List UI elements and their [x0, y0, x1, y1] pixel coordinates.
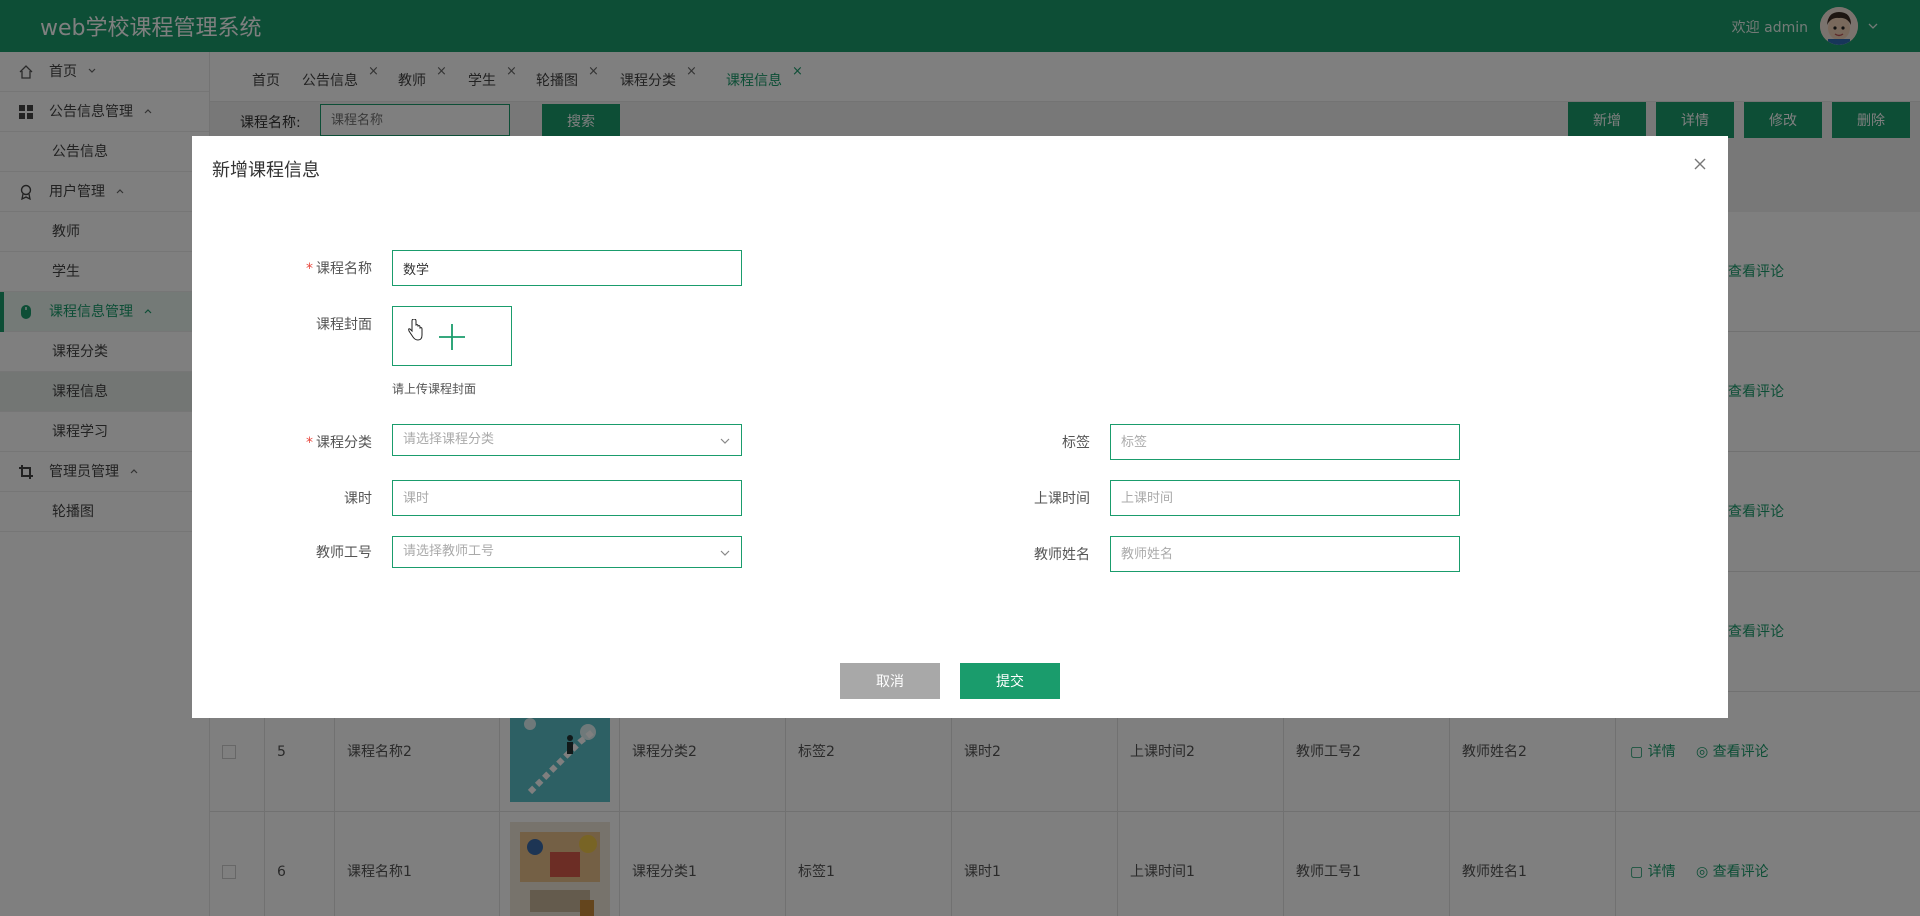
hand-cursor-icon	[408, 319, 423, 341]
add-course-dialog: 新增课程信息 *课程名称 课程封面 请上传课程封面 *课程分类 请选择课程分类 …	[192, 136, 1728, 718]
plus-icon	[439, 324, 465, 350]
teacher-name-label: 教师姓名	[1034, 547, 1090, 563]
tag-input[interactable]	[1110, 424, 1460, 460]
teacher-name-input[interactable]	[1110, 536, 1460, 572]
hours-label: 课时	[344, 491, 372, 507]
hours-input[interactable]	[392, 480, 742, 516]
teacher-no-select[interactable]: 请选择教师工号	[392, 536, 742, 568]
close-icon[interactable]	[1692, 156, 1708, 172]
time-input[interactable]	[1110, 480, 1460, 516]
cover-label: 课程封面	[316, 317, 372, 333]
teacher-no-label: 教师工号	[316, 545, 372, 561]
category-label: * 课程分类	[306, 435, 372, 451]
cover-hint: 请上传课程封面	[392, 382, 477, 396]
submit-button[interactable]: 提交	[960, 663, 1060, 699]
category-select[interactable]: 请选择课程分类	[392, 424, 742, 456]
cover-upload[interactable]	[392, 306, 512, 366]
course-name-label: * 课程名称	[306, 261, 372, 277]
chevron-down-icon	[720, 550, 730, 556]
time-label: 上课时间	[1034, 491, 1090, 507]
cancel-button[interactable]: 取消	[840, 663, 940, 699]
dialog-title: 新增课程信息	[212, 160, 320, 181]
tag-label: 标签	[1062, 435, 1090, 451]
course-name-input[interactable]	[392, 250, 742, 286]
chevron-down-icon	[720, 438, 730, 444]
